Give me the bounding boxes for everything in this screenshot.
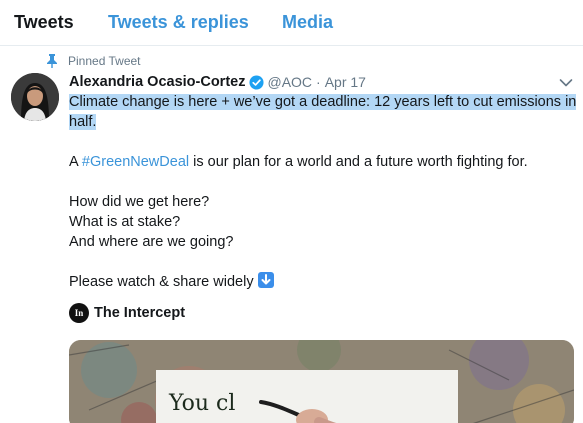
tweet-line: half. xyxy=(69,114,97,130)
avatar[interactable] xyxy=(11,73,59,121)
tab-media[interactable]: Media xyxy=(282,12,333,33)
tweet-text-segment: A xyxy=(69,154,82,170)
author-handle[interactable]: @AOC xyxy=(267,74,312,90)
tweet-date[interactable]: Apr 17 xyxy=(325,74,366,90)
intercept-logo: In xyxy=(69,303,89,323)
video-frame-image: You cl xyxy=(69,340,574,423)
separator: · xyxy=(316,74,321,90)
verified-badge-icon xyxy=(249,74,265,90)
tab-tweets[interactable]: Tweets xyxy=(14,12,74,33)
tweet-line: Please watch & share widely xyxy=(69,274,254,290)
chevron-down-icon[interactable] xyxy=(559,78,573,88)
tweet-line: What is at stake? xyxy=(69,214,181,230)
tab-tweets-and-replies[interactable]: Tweets & replies xyxy=(108,12,249,33)
tweet-line: Climate change is here + we’ve got a dea… xyxy=(69,94,577,110)
author-name[interactable]: Alexandria Ocasio-Cortez xyxy=(69,74,245,90)
pinned-indicator: Pinned Tweet xyxy=(46,53,141,69)
tweet-line: How did we get here? xyxy=(69,194,210,210)
tweet-header: Alexandria Ocasio-Cortez @AOC · Apr 17 xyxy=(69,72,366,92)
pinned-label: Pinned Tweet xyxy=(68,54,141,68)
pin-icon xyxy=(47,54,57,68)
profile-tabs: Tweets Tweets & replies Media xyxy=(0,0,583,46)
down-arrow-icon xyxy=(257,272,274,288)
tweet-text-segment: is our plan for a world and a future wor… xyxy=(189,154,528,170)
tweet-line: And where are we going? xyxy=(69,234,234,250)
tweet-text: Climate change is here + we’ve got a dea… xyxy=(69,92,577,292)
avatar-photo xyxy=(11,73,59,121)
card-author[interactable]: In The Intercept xyxy=(69,302,185,324)
handwritten-text: You cl xyxy=(168,391,235,416)
hashtag-link[interactable]: #GreenNewDeal xyxy=(82,154,189,170)
card-author-name[interactable]: The Intercept xyxy=(94,305,185,321)
video-thumbnail[interactable]: You cl xyxy=(69,340,574,423)
